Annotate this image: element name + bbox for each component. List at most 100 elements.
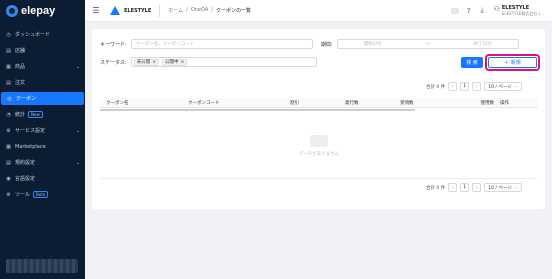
sidebar-item-label: ツール Beta — [15, 191, 80, 198]
date-range-input[interactable]: 開始日付 → 終了日付 — [336, 39, 519, 49]
end-date-placeholder: 終了日付 — [473, 42, 492, 47]
next-page-button[interactable]: › — [472, 82, 482, 91]
status-tag-label: 公開中 — [164, 60, 179, 65]
sidebar-item-label: Marketplace — [15, 143, 46, 150]
top-header: ☰ ELESTYLE ホーム / OneQA / クーポンの一覧 ? ⤓ ⚇ E… — [85, 0, 552, 22]
new-badge: New — [28, 111, 43, 118]
blurred-account-info — [6, 259, 78, 273]
total-count: 合計 0 件 — [426, 84, 446, 90]
horizontal-scrollbar[interactable] — [100, 109, 415, 111]
page-number-button[interactable]: 1 — [460, 82, 470, 91]
breadcrumb-current: クーポンの一覧 — [216, 8, 252, 14]
keyword-filter: キーワード: クーポン名、クーポンコード — [100, 39, 313, 49]
download-icon[interactable]: ⤓ — [480, 6, 483, 15]
terms-icon: ▤ — [6, 159, 11, 166]
column-issued: 発行数 — [345, 100, 359, 106]
sidebar-item-service-settings[interactable]: ⚙ サービス設定 ⌄ — [0, 124, 85, 137]
sidebar-item-label: 注文 — [15, 80, 26, 86]
column-coupon-name: クーポン名 — [106, 100, 129, 106]
company-logo-icon — [110, 6, 120, 15]
status-filter: ステータス: 未公開 × 公開中 × — [100, 57, 317, 67]
sidebar-item-store[interactable]: ▤ 店舗 — [0, 44, 85, 57]
elepay-logo-icon — [6, 5, 18, 17]
sidebar-item-label: サービス設定 — [15, 128, 46, 134]
pagination-top: 合計 0 件 ‹ 1 › 10 / ページ ⌄ — [426, 82, 522, 91]
sidebar-item-coupons[interactable]: ◎ クーポン — [1, 92, 84, 105]
column-received: 受領数 — [400, 100, 414, 106]
tag-close-icon[interactable]: × — [152, 60, 156, 65]
brand-name: elepay — [21, 5, 56, 17]
sidebar-item-stats[interactable]: ◔ 統計 New — [0, 108, 85, 121]
breadcrumb-app[interactable]: OneQA — [191, 7, 209, 14]
table-header: クーポン名 クーポンコード 割引 発行数 受領数 使用数 操作 — [100, 98, 538, 108]
start-date-placeholder: 開始日付 — [363, 42, 382, 47]
next-page-button[interactable]: › — [472, 183, 482, 192]
products-icon: ▦ — [6, 63, 11, 70]
header-actions: ? ⤓ ⚇ ELESTYLE ELESTYLE株式会社 (... — [450, 5, 552, 16]
help-icon[interactable]: ? — [467, 7, 471, 15]
chevron-down-icon: ⌄ — [75, 63, 80, 70]
breadcrumb-separator: / — [211, 7, 214, 13]
prev-page-button[interactable]: ‹ — [448, 82, 458, 91]
sidebar-item-terms[interactable]: ▤ 規約設定 ⌄ — [0, 156, 85, 169]
stats-icon: ◔ — [6, 111, 11, 118]
sidebar: elepay ◷ ダッシュボード ▤ 店舗 ▦ 商品 ⌄ ▤ 注文 ◎ クーポン… — [0, 0, 85, 279]
keyword-label: キーワード: — [100, 41, 127, 48]
empty-text: データがありません — [298, 152, 340, 157]
sidebar-item-label: クーポン — [16, 96, 37, 102]
page-size-select[interactable]: 10 / ページ ⌄ — [484, 183, 522, 192]
column-actions: 操作 — [500, 100, 509, 106]
sidebar-item-text: ツール — [15, 192, 31, 198]
user-icon: ⚇ — [493, 5, 500, 13]
search-button[interactable]: 検 索 — [461, 57, 483, 68]
company-switcher[interactable]: ELESTYLE — [110, 6, 151, 15]
coupon-icon: ◎ — [7, 95, 12, 102]
breadcrumb: ホーム / OneQA / クーポンの一覧 — [168, 7, 251, 14]
status-tag-unpublished[interactable]: 未公開 × — [133, 58, 159, 66]
chevron-down-icon: ⌄ — [513, 185, 518, 190]
coupon-table: クーポン名 クーポンコード 割引 発行数 受領数 使用数 操作 — [100, 98, 538, 111]
sidebar-item-orders[interactable]: ▤ 注文 — [0, 76, 85, 89]
beta-badge: Beta — [33, 191, 49, 198]
page-size-select[interactable]: 10 / ページ ⌄ — [484, 82, 522, 91]
status-tag-published[interactable]: 公開中 × — [161, 58, 188, 66]
page-size-value: 10 / ページ — [488, 185, 512, 191]
range-arrow-icon: → — [425, 41, 430, 47]
globe-icon: ◉ — [6, 175, 11, 182]
status-select[interactable]: 未公開 × 公開中 × — [130, 57, 317, 67]
breadcrumb-separator: / — [186, 7, 188, 13]
page-size-value: 10 / ページ — [488, 84, 512, 90]
keyword-input[interactable]: クーポン名、クーポンコード — [130, 39, 313, 49]
column-used: 使用数 — [480, 100, 495, 106]
orders-icon: ▤ — [6, 79, 11, 86]
header-divider — [159, 4, 161, 17]
sidebar-item-label: 言語設定 — [15, 176, 36, 182]
total-count: 合計 0 件 — [426, 185, 446, 191]
sidebar-item-label: 規約設定 — [15, 160, 36, 166]
sidebar-item-products[interactable]: ▦ 商品 ⌄ — [0, 60, 85, 73]
breadcrumb-home[interactable]: ホーム — [168, 7, 183, 14]
company-name: ELESTYLE — [124, 7, 152, 14]
settings-icon: ⚙ — [6, 127, 11, 134]
sidebar-item-marketplace[interactable]: ▦ Marketplace — [0, 140, 85, 153]
sidebar-item-tools[interactable]: ⚙ ツール Beta — [0, 188, 85, 201]
sidebar-item-label: 商品 — [15, 64, 26, 70]
sidebar-item-dashboard[interactable]: ◷ ダッシュボード — [0, 28, 85, 41]
column-coupon-code: クーポンコード — [188, 100, 220, 106]
user-menu[interactable]: ⚇ ELESTYLE ELESTYLE株式会社 (... — [494, 5, 544, 16]
brand-logo[interactable]: elepay — [0, 0, 85, 22]
sidebar-item-language[interactable]: ◉ 言語設定 — [0, 172, 85, 185]
status-tag-label: 未公開 — [136, 60, 151, 65]
page-number-button[interactable]: 1 — [460, 183, 470, 192]
period-label: 期間: — [321, 41, 333, 48]
sidebar-item-label: 店舗 — [15, 48, 26, 54]
tag-close-icon[interactable]: × — [180, 60, 184, 65]
pagination-bottom: 合計 0 件 ‹ 1 › 10 / ページ ⌄ — [426, 183, 522, 192]
chevron-down-icon: ⌄ — [75, 159, 80, 166]
new-coupon-button[interactable]: ＋ 新規 — [488, 57, 537, 68]
menu-toggle-icon[interactable]: ☰ — [85, 6, 107, 15]
keyword-placeholder: クーポン名、クーポンコード — [135, 42, 195, 47]
chevron-down-icon: ⌄ — [513, 84, 518, 89]
marketplace-icon: ▦ — [6, 143, 11, 150]
prev-page-button[interactable]: ‹ — [448, 183, 458, 192]
